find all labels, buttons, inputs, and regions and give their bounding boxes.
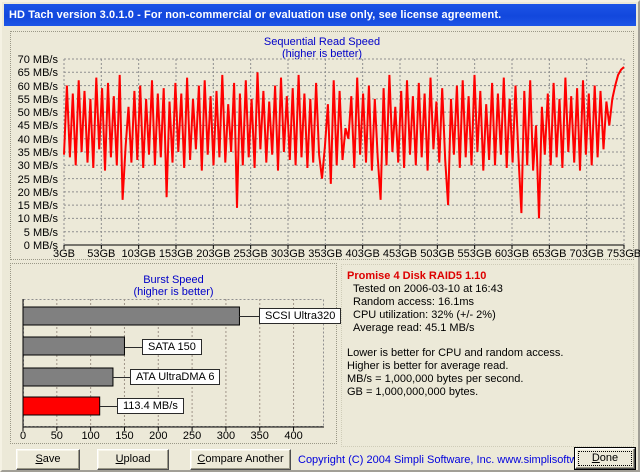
y-axis-tick-label: 70 MB/s <box>17 54 58 66</box>
bar-label-tested-burst-value: 113.4 MB/s <box>117 398 184 414</box>
bar-label-scsi-ultra320: SCSI Ultra320 <box>259 308 342 324</box>
y-axis-tick-label: 15 MB/s <box>17 200 58 213</box>
note-lower-better: Lower is better for CPU and random acces… <box>347 347 564 359</box>
y-axis-tick-label: 5 MB/s <box>23 226 58 239</box>
y-axis-tick-label: 55 MB/s <box>17 93 58 106</box>
done-button[interactable]: Done <box>575 448 635 469</box>
upload-results-button[interactable]: Upload Results <box>97 449 169 470</box>
burst-chart-title: Burst Speed <box>143 274 204 286</box>
y-axis-tick-label: 10 MB/s <box>17 213 58 226</box>
bar-label-sata-150: SATA 150 <box>142 339 202 355</box>
bar-label-ata-ultradma6: ATA UltraDMA 6 <box>130 369 221 385</box>
note-mbs-definition: MB/s = 1,000,000 bytes per second. <box>347 373 524 385</box>
note-gb-definition: GB = 1,000,000,000 bytes. <box>347 386 479 398</box>
y-axis-tick-label: 60 MB/s <box>17 80 58 93</box>
y-axis-tick-label: 30 MB/s <box>17 160 58 173</box>
info-cpu-utilization: CPU utilization: 32% (+/- 2%) <box>353 309 496 321</box>
drive-name: Promise 4 Disk RAID5 1.10 <box>347 270 487 282</box>
burst-chart-subtitle: (higher is better) <box>133 286 214 298</box>
x-axis-tick-label: 753GB <box>606 248 640 260</box>
done-button-frame: Done <box>574 447 636 470</box>
sequential-chart-title: Sequential Read Speed <box>263 36 381 48</box>
y-axis-tick-label: 50 MB/s <box>17 107 58 120</box>
callout-line-scsi <box>239 316 260 317</box>
callout-line-tested-drive <box>100 406 118 407</box>
y-axis-tick-label: 40 MB/s <box>17 133 58 146</box>
info-average-read: Average read: 45.1 MB/s <box>353 322 475 334</box>
y-axis-tick-label: 20 MB/s <box>17 186 58 199</box>
info-random-access: Random access: 16.1ms <box>353 296 475 308</box>
drive-info-panel: Promise 4 Disk RAID5 1.10 Tested on 2006… <box>341 264 634 447</box>
copyright-text: Copyright (C) 2004 Simpli Software, Inc.… <box>298 454 618 466</box>
compare-another-drive-button[interactable]: Compare Another Drive <box>190 449 291 470</box>
note-higher-better: Higher is better for average read. <box>347 360 509 372</box>
title-bar[interactable]: HD Tach version 3.0.1.0 - For non-commer… <box>4 4 636 26</box>
save-results-button[interactable]: Save Results <box>16 449 80 470</box>
window-title: HD Tach version 3.0.1.0 - For non-commer… <box>9 9 502 21</box>
callout-line-sata <box>125 347 143 348</box>
y-axis-tick-label: 35 MB/s <box>17 147 58 159</box>
y-axis-tick-label: 25 MB/s <box>17 173 58 186</box>
callout-line-ata <box>113 377 131 378</box>
hdtach-window: HD Tach version 3.0.1.0 - For non-commer… <box>0 0 640 472</box>
sequential-read-chart <box>63 58 625 249</box>
y-axis-tick-label: 65 MB/s <box>17 67 58 80</box>
burst-x-tick-label: 400 <box>284 430 303 442</box>
y-axis-tick-label: 45 MB/s <box>17 120 58 133</box>
info-tested-on: Tested on 2006-03-10 at 16:43 <box>353 283 503 295</box>
